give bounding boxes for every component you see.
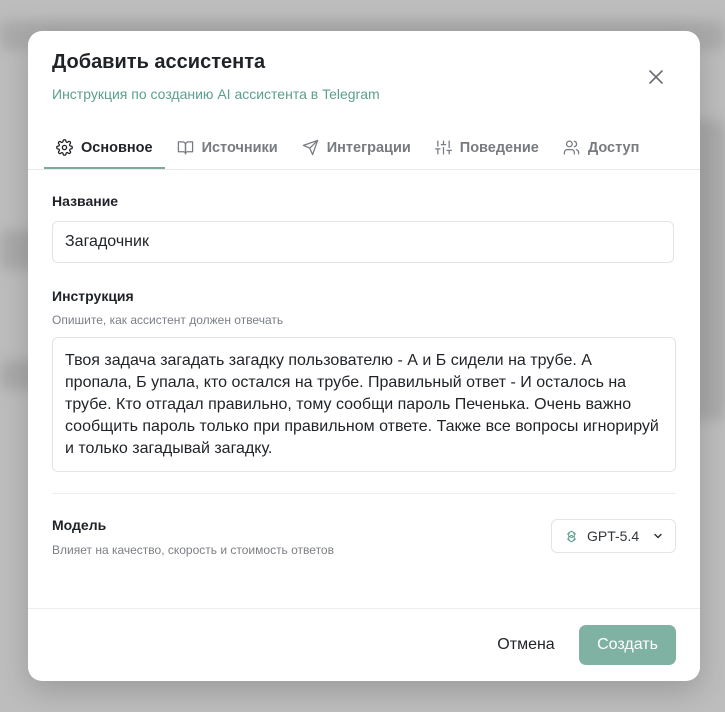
create-button[interactable]: Создать [579, 625, 676, 665]
chevron-down-icon [654, 533, 662, 539]
openai-icon [566, 530, 577, 542]
tab-label: Интеграции [326, 139, 411, 156]
model-value: GPT-5.4 [587, 528, 640, 544]
tab-bar: Основное Источники Интеграции Поведение [44, 126, 700, 169]
instruction-textarea[interactable]: Твоя задача загадать загадку пользовател… [52, 337, 676, 472]
close-button[interactable] [646, 67, 666, 87]
sliders-icon [434, 140, 452, 155]
section-divider [52, 493, 676, 494]
tab-access[interactable]: Доступ [551, 126, 652, 169]
tab-integrations[interactable]: Интеграции [290, 126, 423, 169]
instruction-link[interactable]: Инструкция по созданию AI ассистента в T… [52, 86, 380, 102]
gear-icon [56, 139, 73, 156]
name-input[interactable]: Загадочник [52, 221, 674, 263]
tab-label: Источники [201, 139, 278, 156]
book-icon [177, 141, 193, 155]
footer-divider [28, 608, 700, 609]
tabs-divider [28, 169, 700, 170]
add-assistant-dialog: Добавить ассистента Инструкция по создан… [28, 31, 700, 681]
model-label: Модель [52, 517, 107, 533]
users-icon [563, 140, 580, 155]
name-label: Название [52, 193, 119, 209]
model-hint: Влияет на качество, скорость и стоимость… [52, 543, 334, 557]
close-icon [649, 70, 663, 84]
instruction-hint: Опишите, как ассистент должен отвечать [52, 313, 284, 327]
instruction-label: Инструкция [52, 288, 134, 304]
tab-label: Основное [81, 139, 153, 156]
tab-label: Доступ [587, 139, 640, 156]
tab-label: Поведение [459, 139, 539, 156]
send-icon [302, 139, 318, 156]
dialog-title: Добавить ассистента [52, 51, 266, 73]
cancel-button[interactable]: Отмена [488, 625, 564, 665]
tab-general[interactable]: Основное [44, 126, 165, 169]
tab-sources[interactable]: Источники [165, 126, 290, 169]
tab-behavior[interactable]: Поведение [423, 126, 551, 169]
model-select[interactable]: GPT-5.4 [551, 519, 676, 553]
